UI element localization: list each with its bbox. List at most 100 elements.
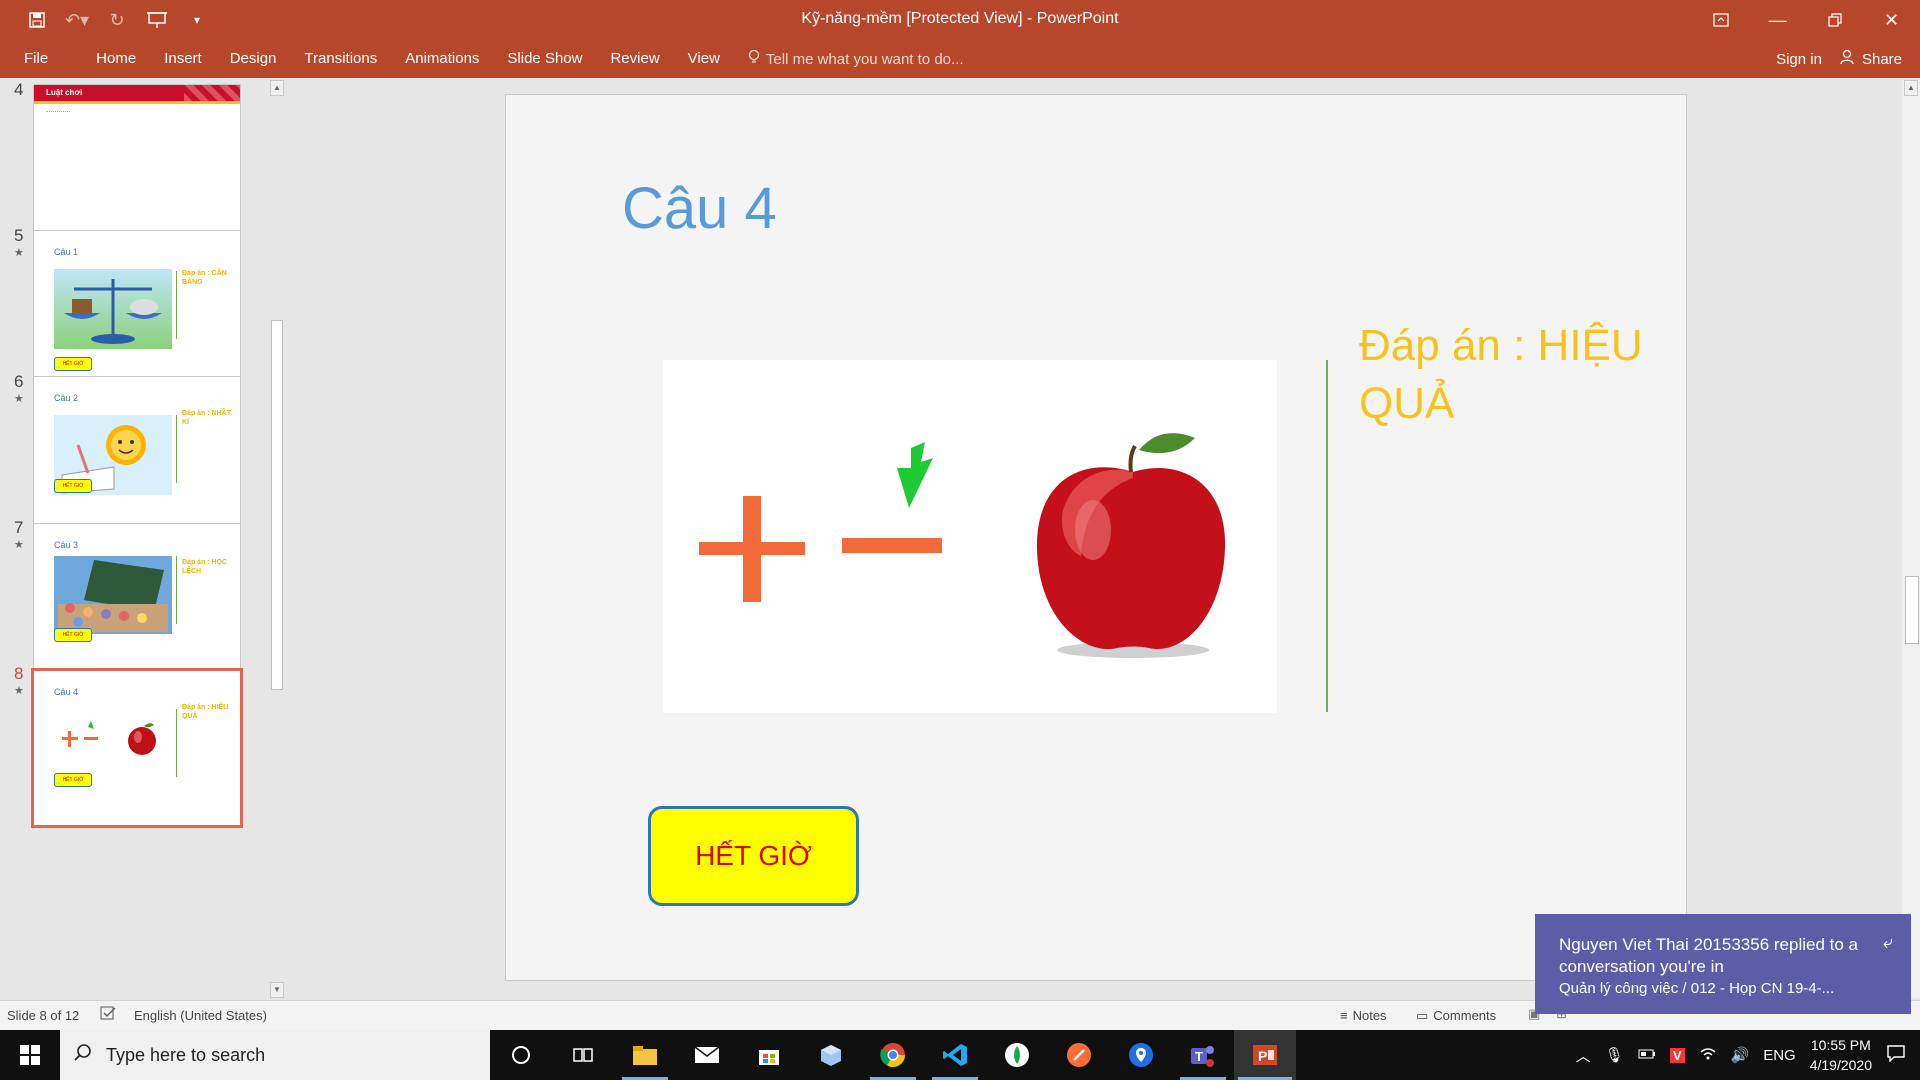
answer-text[interactable]: Đáp án : HIỆU QUẢ: [1359, 317, 1669, 433]
notes-label: Notes: [1352, 1008, 1387, 1023]
language-indicator[interactable]: English (United States): [134, 1008, 267, 1023]
thumb-image-classroom: [54, 556, 172, 634]
powerpoint-icon[interactable]: P: [1234, 1030, 1296, 1080]
slide-thumbnail-pane: 4 Luật chơi 5 ★ Câu 1 Đáp án : CÂN BẰNG …: [0, 78, 290, 1000]
tab-transitions[interactable]: Transitions: [290, 40, 391, 78]
thumb-answer: Đáp án : HỌC LỆCH: [182, 559, 228, 575]
minimize-icon[interactable]: —: [1749, 0, 1806, 40]
store-icon[interactable]: [738, 1030, 800, 1080]
current-slide[interactable]: Câu 4 Đáp án : HIỆU QUẢ HẾT GIỜ: [505, 94, 1687, 981]
comments-label: Comments: [1433, 1008, 1497, 1023]
scroll-up-icon[interactable]: ▲: [1904, 80, 1918, 96]
tab-animations[interactable]: Animations: [391, 40, 493, 78]
mongodb-compass-icon[interactable]: [986, 1030, 1048, 1080]
thumb-slide-7[interactable]: Câu 3 Đáp án : HỌC LỆCH HẾT GIỜ: [33, 523, 241, 679]
postman-icon[interactable]: [1048, 1030, 1110, 1080]
tab-review[interactable]: Review: [596, 40, 673, 78]
thumb-divider: [176, 415, 177, 483]
tab-insert[interactable]: Insert: [150, 40, 216, 78]
slide-image-plus-minus-apple[interactable]: [663, 360, 1277, 713]
sign-in-link[interactable]: Sign in: [1776, 51, 1822, 68]
slide-title[interactable]: Câu 4: [622, 175, 777, 242]
thumb-answer: Đáp án : NHẬT KÍ: [182, 410, 231, 426]
tab-slide-show[interactable]: Slide Show: [493, 40, 596, 78]
comments-button[interactable]: ▭ Comments: [1416, 1008, 1496, 1024]
scroll-down-icon[interactable]: ▼: [270, 982, 284, 998]
volume-icon[interactable]: 🔊: [1731, 1046, 1750, 1064]
mail-icon[interactable]: [676, 1030, 738, 1080]
system-tray: ︿ 🎙 V 🔊 ENG 10:55 PM 4/19/2020: [1576, 1030, 1920, 1080]
thumb-title: Câu 2: [54, 393, 79, 403]
start-button[interactable]: [0, 1030, 60, 1080]
tab-view[interactable]: View: [674, 40, 734, 78]
toast-message: Nguyen Viet Thai 20153356 replied to a c…: [1559, 935, 1858, 976]
het-gio-button[interactable]: HẾT GIỜ: [648, 806, 859, 906]
action-center-icon[interactable]: [1886, 1044, 1906, 1066]
thumb-het-gio-button: HẾT GIỜ: [54, 773, 92, 787]
clock-time: 10:55 PM: [1810, 1037, 1871, 1053]
battery-icon[interactable]: [1638, 1047, 1656, 1064]
search-icon: [74, 1043, 92, 1067]
thumb-het-gio-button: HẾT GIỜ: [54, 357, 92, 371]
ribbon-display-options-icon[interactable]: [1692, 0, 1749, 40]
tab-design[interactable]: Design: [216, 40, 291, 78]
cortana-icon[interactable]: [490, 1030, 552, 1080]
taskbar-search-box[interactable]: Type here to search: [60, 1030, 490, 1080]
thumb-slide-6[interactable]: Câu 2 Đáp án : NHẬT KÍ HẾT GIỜ: [33, 376, 241, 532]
slide-scrollbar[interactable]: ▲: [1902, 80, 1920, 998]
microphone-icon[interactable]: 🎙: [1605, 1046, 1624, 1064]
window-title: Kỹ-năng-mềm [Protected View] - PowerPoin…: [801, 10, 1119, 27]
chrome-icon[interactable]: [862, 1030, 924, 1080]
thumb-header-stripe: [34, 101, 240, 104]
clock-date: 4/19/2020: [1809, 1057, 1872, 1073]
thumb-slide-5[interactable]: Câu 1 Đáp án : CÂN BẰNG HẾT GIỜ: [33, 230, 241, 386]
task-view-icon[interactable]: [552, 1030, 614, 1080]
vivaldi-icon[interactable]: V: [1669, 1047, 1685, 1063]
reply-icon[interactable]: ⤶: [1883, 932, 1893, 953]
animation-star-icon: ★: [14, 247, 24, 259]
ribbon: File Home Insert Design Transitions Anim…: [0, 40, 1920, 78]
tell-me-box[interactable]: Tell me what you want to do...: [748, 49, 964, 69]
restore-icon[interactable]: [1806, 0, 1863, 40]
close-icon[interactable]: ✕: [1863, 0, 1920, 40]
file-explorer-icon[interactable]: [614, 1030, 676, 1080]
proofing-icon[interactable]: [100, 1006, 116, 1023]
thumb-het-gio-button: HẾT GIỜ: [54, 479, 92, 493]
thumb-slide-8[interactable]: Câu 4 Đáp án : HIỆU QUẢ HẾT GIỜ: [31, 668, 243, 828]
thumb-title: Câu 3: [54, 540, 79, 550]
thumb-title: Câu 4: [54, 687, 79, 697]
3d-viewer-icon[interactable]: [800, 1030, 862, 1080]
person-icon: [1840, 49, 1856, 69]
svg-text:P: P: [1258, 1048, 1267, 1064]
windows-logo-icon: [20, 1045, 40, 1065]
maps-icon[interactable]: [1110, 1030, 1172, 1080]
thumb-body-text: [46, 111, 70, 113]
slide-counter: Slide 8 of 12: [7, 1008, 80, 1023]
thumb-title: Luật chơi: [46, 88, 83, 97]
vscode-icon[interactable]: [924, 1030, 986, 1080]
notes-button[interactable]: ≡ Notes: [1340, 1008, 1387, 1023]
show-hidden-icons-icon[interactable]: ︿: [1576, 1045, 1591, 1066]
scroll-up-icon[interactable]: ▲: [270, 80, 284, 96]
thumb-divider: [176, 709, 177, 777]
wifi-icon[interactable]: [1699, 1046, 1717, 1064]
thumb-divider: [176, 271, 177, 339]
input-language[interactable]: ENG: [1763, 1047, 1796, 1064]
scrollbar-thumb[interactable]: [1905, 576, 1919, 644]
scrollbar-thumb[interactable]: [271, 320, 283, 690]
tab-home[interactable]: Home: [82, 40, 150, 78]
vertical-divider-line: [1326, 360, 1328, 712]
share-label: Share: [1861, 50, 1902, 68]
svg-text:T: T: [1195, 1049, 1203, 1064]
teams-notification-toast[interactable]: Nguyen Viet Thai 20153356 replied to a c…: [1535, 914, 1911, 1014]
share-button[interactable]: Share: [1840, 49, 1902, 69]
teams-icon[interactable]: T: [1172, 1030, 1234, 1080]
thumb-slide-4[interactable]: Luật chơi: [33, 84, 241, 240]
tab-file[interactable]: File: [10, 40, 62, 78]
toast-detail: Quản lý công việc / 012 - Họp CN 19-4-..…: [1559, 980, 1835, 997]
thumb-divider: [176, 556, 177, 624]
thumb-number: 7: [14, 518, 24, 537]
clock[interactable]: 10:55 PM 4/19/2020: [1810, 1035, 1872, 1075]
thumbnail-scrollbar[interactable]: ▲ ▼: [268, 80, 286, 998]
thumb-answer: Đáp án : HIỆU QUẢ: [182, 704, 229, 720]
